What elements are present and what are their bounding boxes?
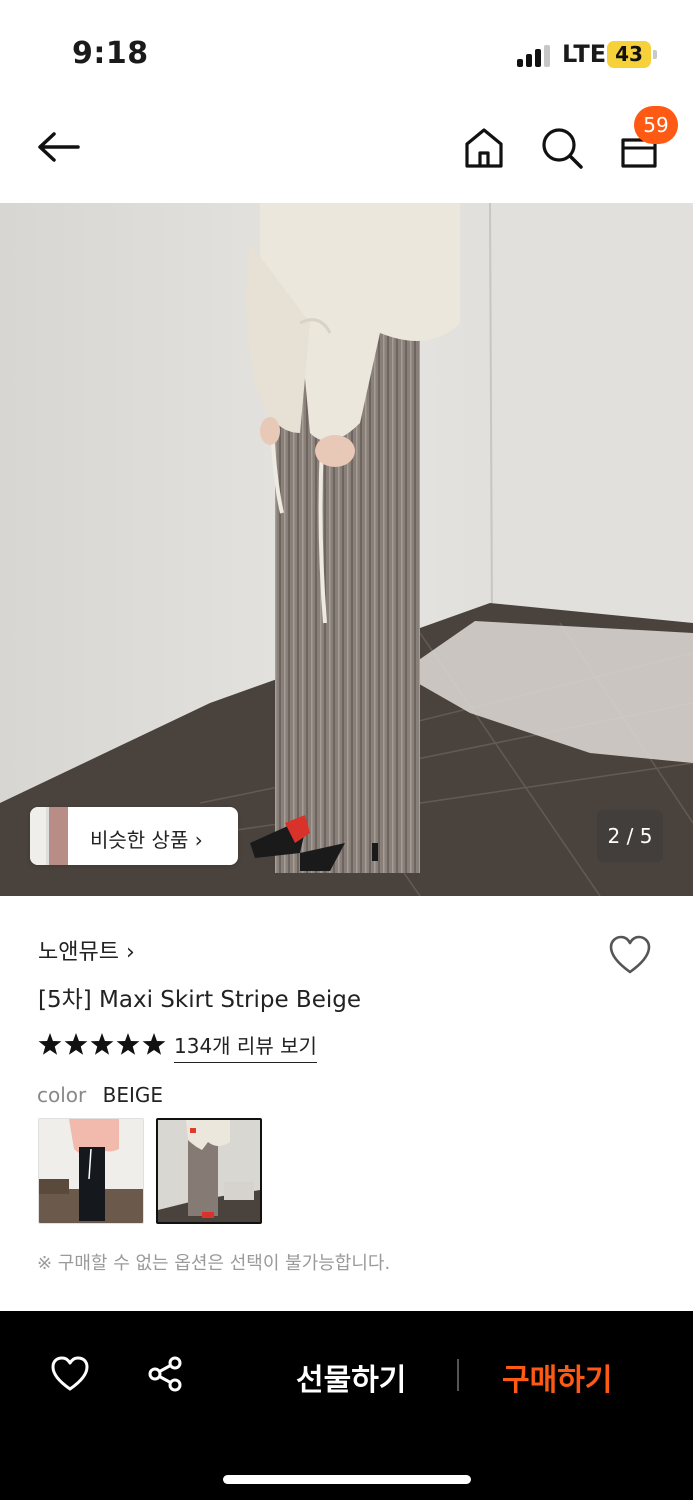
review-link[interactable]: 134개 리뷰 보기 xyxy=(174,1030,317,1063)
color-option-beige[interactable] xyxy=(156,1118,262,1224)
home-indicator xyxy=(223,1475,471,1484)
status-bar: 9:18 LTE 43 xyxy=(0,0,693,100)
star-rating-icon xyxy=(38,1033,166,1055)
heart-icon xyxy=(51,1356,89,1391)
star-icon xyxy=(38,1033,62,1055)
share-button[interactable] xyxy=(146,1355,184,1393)
option-label: color xyxy=(37,1083,87,1107)
product-image-carousel[interactable]: 비슷한 상품 › 2 / 5 xyxy=(0,203,693,896)
color-option-thumbnail xyxy=(39,1119,143,1223)
battery-icon: 43 xyxy=(607,41,657,68)
wishlist-button[interactable] xyxy=(608,934,652,976)
share-icon xyxy=(148,1356,182,1392)
option-value: BEIGE xyxy=(102,1083,163,1107)
like-button[interactable] xyxy=(50,1355,90,1393)
arrow-left-icon xyxy=(38,132,80,162)
search-icon xyxy=(542,128,583,169)
similar-thumbnail xyxy=(30,807,68,865)
battery-level: 43 xyxy=(607,41,651,68)
search-button[interactable] xyxy=(540,126,584,170)
action-divider xyxy=(457,1359,459,1391)
star-icon xyxy=(64,1033,88,1055)
color-option-thumbnail-selected xyxy=(158,1120,260,1222)
star-icon xyxy=(90,1033,114,1055)
product-title: [5차] Maxi Skirt Stripe Beige xyxy=(38,987,361,1013)
similar-products-button[interactable]: 비슷한 상품 › xyxy=(30,807,238,865)
star-icon xyxy=(142,1033,166,1055)
star-icon xyxy=(116,1033,140,1055)
similar-products-label: 비슷한 상품 › xyxy=(90,828,203,852)
cart-count-badge: 59 xyxy=(634,106,678,144)
status-time: 9:18 xyxy=(72,36,149,71)
color-option-black[interactable] xyxy=(38,1118,144,1224)
home-button[interactable] xyxy=(463,126,505,170)
product-photo xyxy=(0,203,693,896)
network-label: LTE xyxy=(562,40,607,68)
option-row: color BEIGE xyxy=(37,1083,163,1107)
home-icon xyxy=(465,128,503,168)
heart-icon xyxy=(609,935,651,974)
image-page-indicator: 2 / 5 xyxy=(597,810,663,862)
option-notice: ※ 구매할 수 없는 옵션은 선택이 불가능합니다. xyxy=(37,1253,391,1274)
bottom-action-bar: 선물하기 구매하기 xyxy=(0,1311,693,1500)
top-nav: 59 xyxy=(0,100,693,203)
signal-icon xyxy=(517,45,551,67)
back-button[interactable] xyxy=(34,127,84,167)
buy-button[interactable]: 구매하기 xyxy=(502,1355,612,1399)
brand-link[interactable]: 노앤뮤트 › xyxy=(38,934,135,966)
gift-button[interactable]: 선물하기 xyxy=(296,1355,406,1399)
